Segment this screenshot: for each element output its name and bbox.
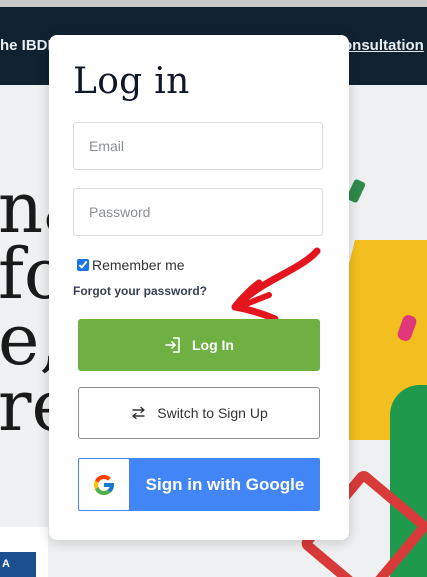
password-field[interactable] [73, 188, 323, 236]
google-g-icon [79, 459, 129, 510]
email-field[interactable] [73, 122, 323, 170]
remember-me-row: Remember me [77, 257, 185, 273]
login-button[interactable]: Log In [78, 319, 320, 371]
browser-top-strip [0, 0, 427, 7]
login-modal: Log in Remember me Forgot your password?… [49, 35, 349, 540]
google-signin-button[interactable]: Sign in with Google [78, 458, 320, 511]
remember-me-checkbox[interactable] [77, 259, 89, 271]
nav-link-left[interactable]: he IBDI [0, 37, 52, 54]
background-card: A [0, 527, 48, 577]
forgot-password-link[interactable]: Forgot your password? [73, 284, 207, 298]
login-button-label: Log In [192, 337, 234, 353]
switch-button-label: Switch to Sign Up [157, 405, 268, 421]
remember-me-label[interactable]: Remember me [92, 257, 185, 273]
nav-link-consultation[interactable]: onsultation [343, 37, 424, 54]
background-tag[interactable]: A [0, 552, 36, 577]
switch-to-signup-button[interactable]: Switch to Sign Up [78, 387, 320, 439]
login-arrow-icon [164, 336, 182, 354]
modal-title: Log in [73, 61, 190, 102]
swap-arrows-icon [130, 406, 147, 420]
google-button-label: Sign in with Google [145, 474, 305, 494]
red-arrow-annotation [231, 247, 321, 323]
